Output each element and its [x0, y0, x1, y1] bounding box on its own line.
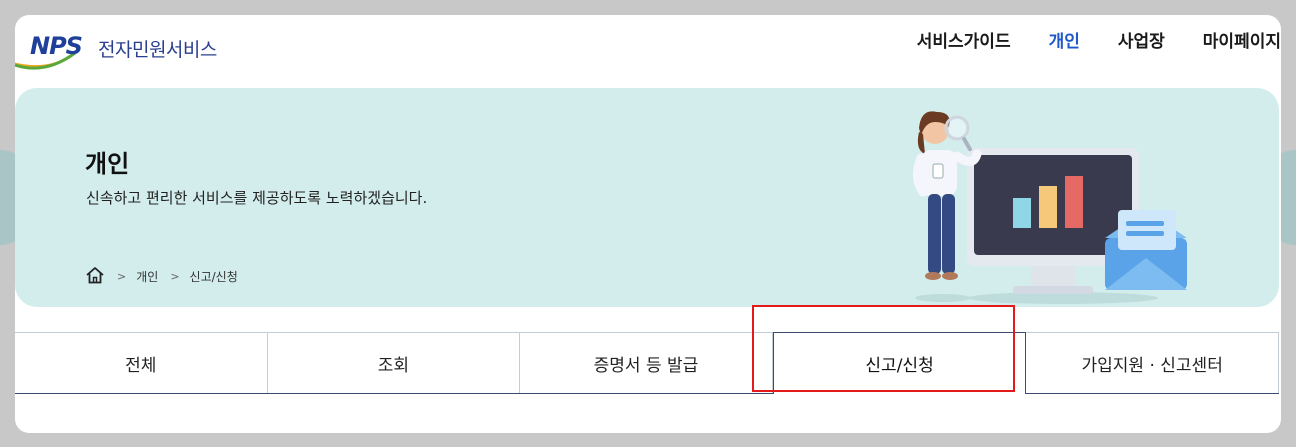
tab-report-application[interactable]: 신고/신청 [772, 332, 1027, 394]
tab-all[interactable]: 전체 [15, 333, 268, 393]
page-title: 개인 [85, 150, 130, 178]
nav-item-workplace[interactable]: 사업장 [1118, 27, 1165, 52]
tab-inquiry[interactable]: 조회 [268, 333, 521, 393]
page-description: 신속하고 편리한 서비스를 제공하도록 노력하겠습니다. [86, 189, 428, 207]
chevron-right-icon: > [117, 270, 127, 283]
site-header: NPS 전자민원서비스 서비스가이드 개인 사업장 마이페이지 [15, 15, 1281, 75]
site-logo[interactable]: NPS 전자민원서비스 [15, 23, 255, 70]
nav-item-mypage[interactable]: 마이페이지 [1203, 27, 1281, 52]
tab-certificate-issuance[interactable]: 증명서 등 발급 [520, 333, 773, 393]
page-container: NPS 전자민원서비스 서비스가이드 개인 사업장 마이페이지 개인 신속하고 … [15, 15, 1281, 433]
tab-subscription-support[interactable]: 가입지원 · 신고센터 [1026, 333, 1279, 393]
nav-item-service-guide[interactable]: 서비스가이드 [917, 27, 1011, 52]
chevron-right-icon: > [170, 270, 180, 283]
hero-banner: 개인 신속하고 편리한 서비스를 제공하도록 노력하겠습니다. > 개인 > 신… [15, 88, 1279, 307]
global-nav: 서비스가이드 개인 사업장 마이페이지 [879, 27, 1281, 52]
breadcrumb-item-personal[interactable]: 개인 [136, 268, 158, 285]
site-title: 전자민원서비스 [98, 39, 217, 61]
hero-illustration [913, 111, 1187, 304]
breadcrumb-item-report[interactable]: 신고/신청 [190, 268, 238, 285]
category-tabs: 전체 조회 증명서 등 발급 신고/신청 가입지원 · 신고센터 [15, 332, 1279, 394]
home-icon[interactable] [85, 266, 105, 287]
logo-nps-text: NPS [30, 32, 83, 60]
breadcrumb: > 개인 > 신고/신청 [85, 266, 238, 287]
nav-item-personal[interactable]: 개인 [1049, 27, 1080, 52]
